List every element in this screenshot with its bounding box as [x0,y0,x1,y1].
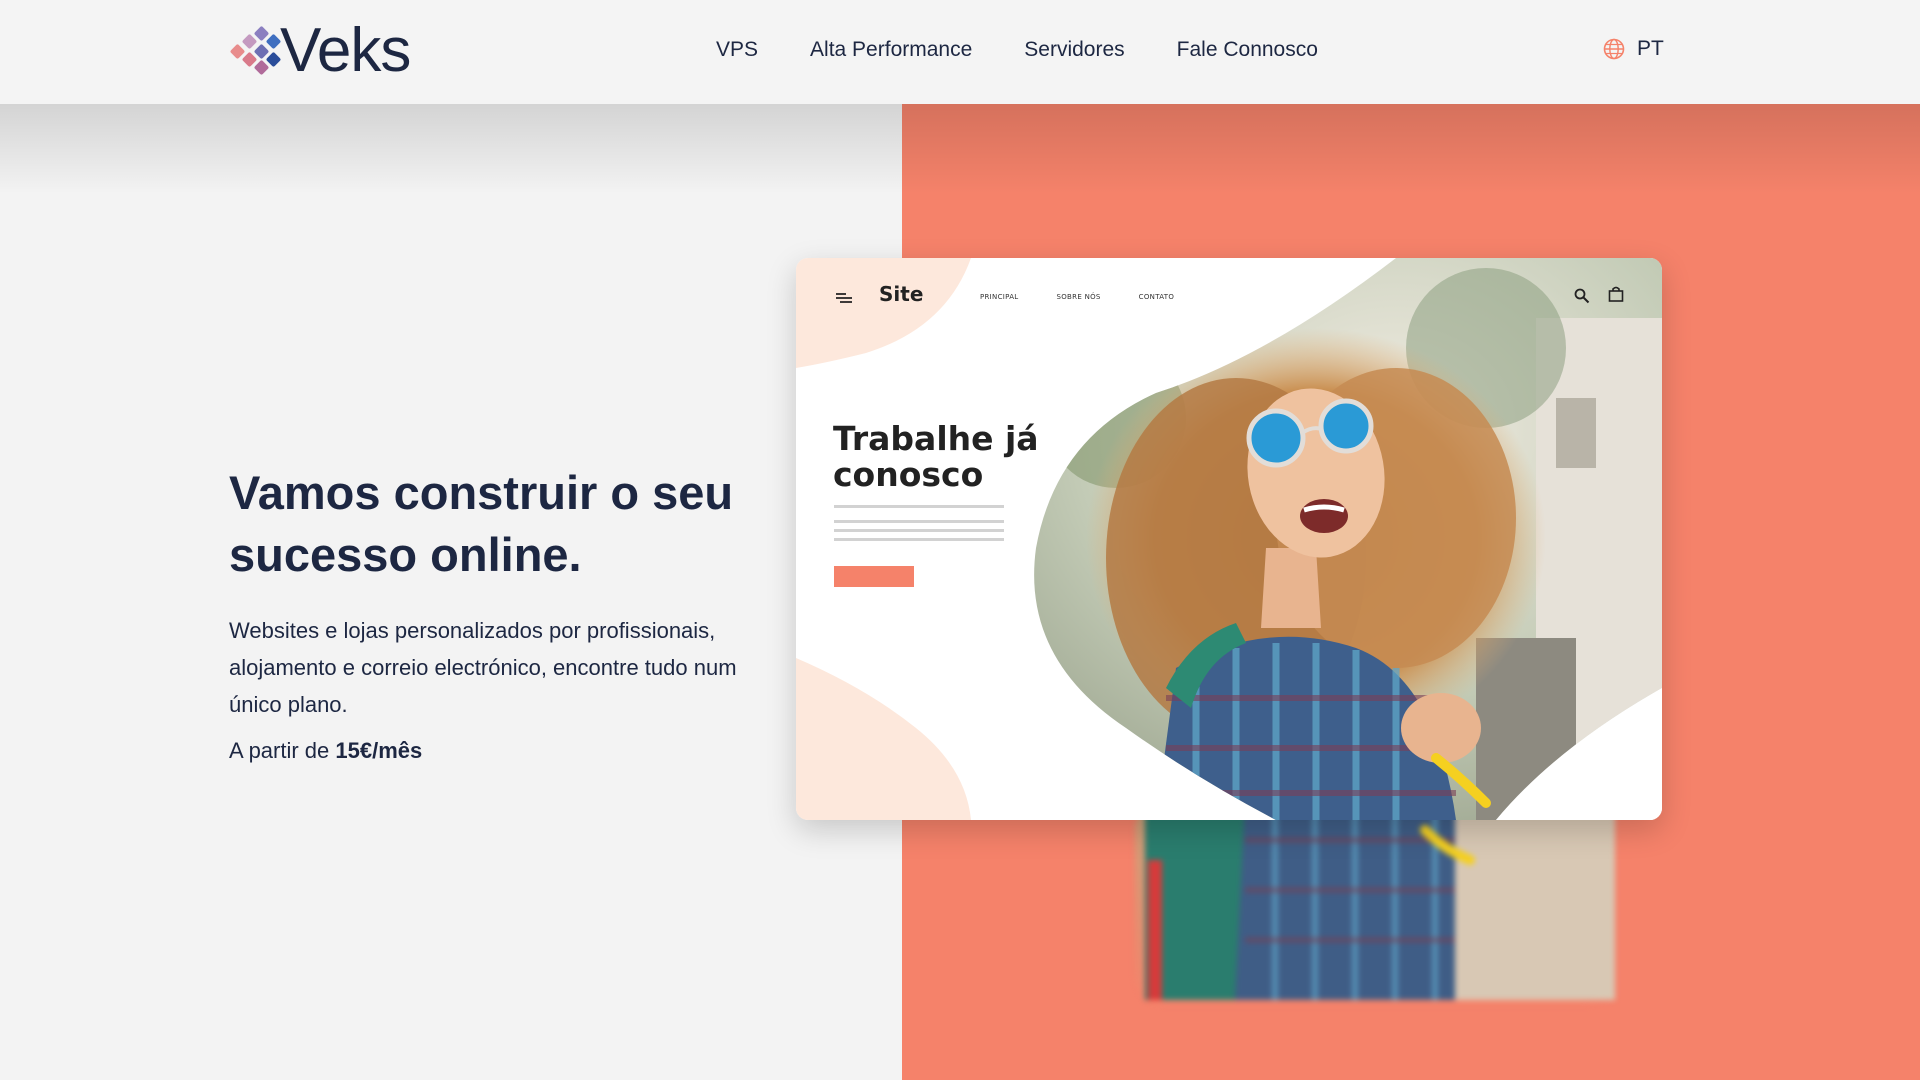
main-nav: VPS Alta Performance Servidores Fale Con… [716,38,1318,62]
language-label: PT [1637,37,1664,60]
hero-description: Websites e lojas personalizados por prof… [229,618,737,717]
mockup-site-name: Site [879,282,924,306]
mockup-text-placeholder [834,505,1004,547]
mockup-headline-line2: conosco [833,455,984,494]
logo[interactable]: Veks [229,16,411,85]
mockup-cta-button[interactable] [834,566,914,587]
mockup-headline-line1: Trabalhe já [833,419,1039,458]
nav-item-servidores[interactable]: Servidores [1024,38,1124,62]
globe-icon [1603,38,1625,60]
hero-price: A partir de 15€/mês [229,738,422,764]
nav-item-vps[interactable]: VPS [716,38,758,62]
hero-title-line2: sucesso online. [229,528,582,581]
website-mockup: Site PRINCIPAL SOBRE NÓS CONTATO Trabalh… [796,258,1662,820]
mockup-nav: PRINCIPAL SOBRE NÓS CONTATO [980,293,1174,301]
price-value: 15€/mês [335,738,423,763]
mockup-nav-principal[interactable]: PRINCIPAL [980,293,1019,301]
mockup-nav-sobre-nos[interactable]: SOBRE NÓS [1057,293,1101,301]
logo-mark-icon [229,25,292,76]
price-prefix: A partir de [229,738,330,763]
search-icon[interactable] [1574,288,1590,304]
language-selector[interactable]: PT [1603,37,1664,61]
mockup-nav-contato[interactable]: CONTATO [1139,293,1175,301]
shopping-bag-icon[interactable] [1608,286,1624,302]
nav-item-fale-connosco[interactable]: Fale Connosco [1177,38,1318,62]
hero-title-line1: Vamos construir o seu [229,466,734,519]
menu-icon[interactable] [836,292,852,304]
hero-title: Vamos construir o seu sucesso online. [229,462,789,586]
site-header: Veks VPS Alta Performance Servidores Fal… [0,0,1920,104]
logo-text: Veks [280,16,411,85]
nav-item-alta-performance[interactable]: Alta Performance [810,38,972,62]
person-photo-extension [1135,800,1615,1005]
mockup-headline: Trabalhe já conosco [833,421,1073,493]
